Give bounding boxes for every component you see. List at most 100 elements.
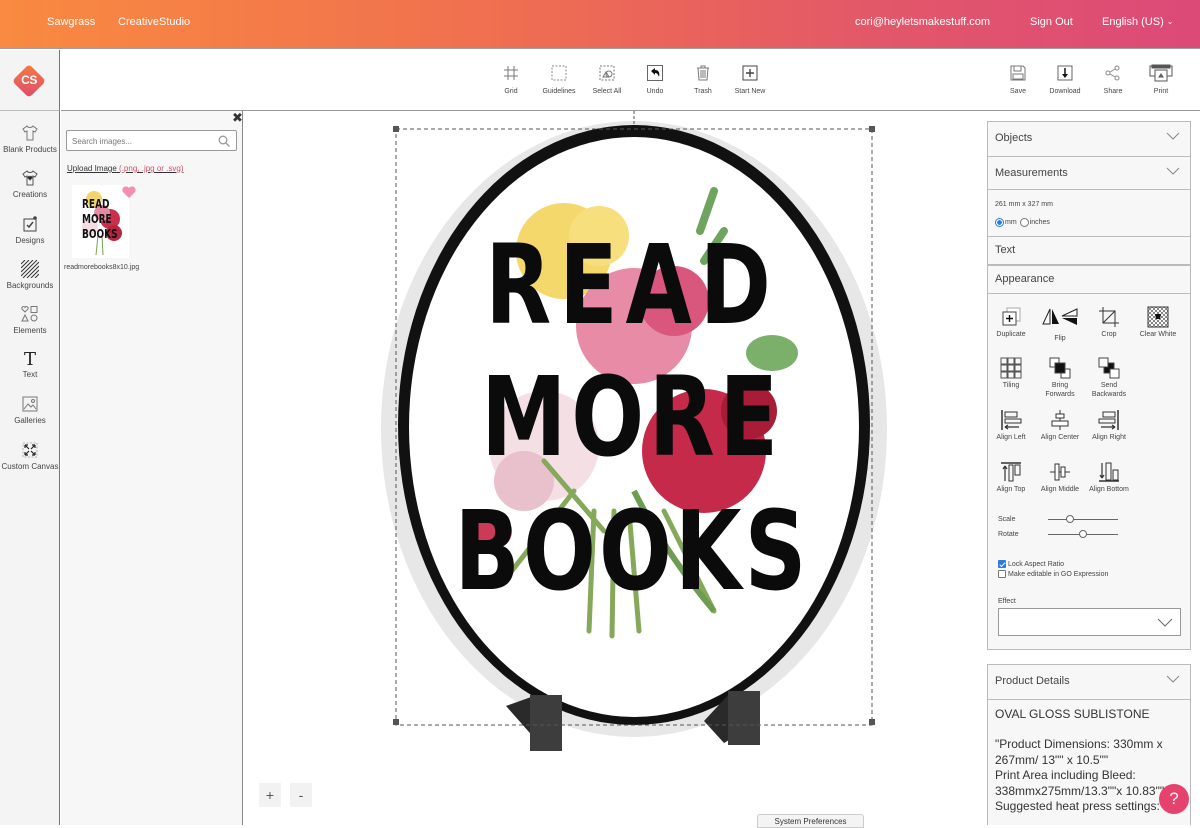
send-backwards-label-1: Send (1100, 382, 1118, 389)
print-button[interactable]: Print (1131, 64, 1191, 95)
sidebar-item-custom-canvas[interactable]: Custom Canvas (0, 441, 60, 471)
crop-label: Crop (1101, 331, 1117, 338)
download-label: Download (1049, 88, 1081, 95)
expand-icon (22, 442, 38, 458)
upload-image-link[interactable]: Upload Image (.png, .jpg or .svg) (67, 164, 184, 173)
unit-label-mm: mm (1005, 219, 1017, 226)
design-canvas[interactable]: READ MORE BOOKS (244, 111, 986, 825)
effect-select[interactable] (998, 608, 1181, 636)
align-left-button[interactable]: Align Left (986, 409, 1036, 442)
bring-forwards-button[interactable]: Bring Forwards (1035, 357, 1085, 399)
sign-out-link[interactable]: Sign Out (1030, 16, 1073, 28)
tiling-button[interactable]: Tiling (986, 357, 1036, 390)
save-label: Save (1010, 88, 1026, 95)
unit-radio-inches[interactable] (1019, 218, 1029, 227)
product-line: 267mm/ 13"" x 10.5"" (995, 752, 1109, 767)
sidebar-label: Galleries (14, 416, 46, 425)
favorite-heart-icon[interactable] (121, 185, 137, 199)
objects-section[interactable]: Objects (987, 121, 1191, 157)
thumb-word: BOOKS (82, 227, 118, 241)
start-new-button[interactable]: Start New (720, 64, 780, 95)
tiling-label: Tiling (1002, 382, 1020, 389)
measurements-header[interactable]: Measurements (988, 157, 1190, 190)
align-bottom-button[interactable]: Align Bottom (1084, 461, 1134, 494)
floppy-icon (1010, 65, 1026, 81)
design-word: READ (485, 222, 778, 350)
language-select[interactable]: English (US) ⌄ (1102, 16, 1173, 28)
flip-label: Flip (1054, 335, 1066, 342)
scale-slider-knob[interactable] (1066, 515, 1075, 523)
sidebar-item-elements[interactable]: Elements (0, 305, 60, 335)
product-details-header[interactable]: Product Details (988, 665, 1190, 700)
scale-label: Scale (998, 516, 1016, 523)
upload-extensions: (.png, .jpg or .svg) (119, 164, 184, 173)
cs-logo[interactable]: CS (12, 64, 46, 98)
language-label: English (US) (1102, 16, 1164, 28)
sidebar-label: Blank Products (3, 145, 57, 154)
image-filename: readmorebooks8x10.jpg (64, 264, 140, 271)
align-top-button[interactable]: Align Top (986, 461, 1036, 494)
text-header[interactable]: Text (988, 237, 1190, 266)
unit-radio-mm[interactable] (995, 218, 1004, 227)
search-images-field[interactable] (66, 130, 237, 151)
search-icon[interactable] (218, 135, 230, 147)
chevron-down-icon (1157, 618, 1173, 627)
crop-button[interactable]: Crop (1084, 306, 1134, 339)
sidebar-item-text[interactable]: T Text (0, 349, 60, 379)
objects-title: Objects (995, 132, 1033, 144)
sidebar-item-designs[interactable]: Designs (0, 215, 60, 245)
clear-white-button[interactable]: Clear White (1133, 306, 1183, 339)
flip-button[interactable]: Flip (1035, 306, 1085, 343)
user-email[interactable]: cori@heyletsmakestuff.com (855, 16, 990, 28)
guidelines-icon (551, 65, 567, 81)
align-right-label: Align Right (1092, 434, 1126, 441)
left-sidebar: Blank Products Creations Designs Backgro… (0, 111, 60, 825)
align-middle-icon (1050, 463, 1070, 481)
chevron-down-icon: ⌄ (1166, 17, 1174, 26)
undo-icon (647, 65, 663, 81)
sidebar-item-creations[interactable]: Creations (0, 169, 60, 199)
lock-aspect-box[interactable] (998, 560, 1006, 568)
lock-aspect-checkbox[interactable]: Lock Aspect Ratio (998, 560, 1064, 568)
search-input[interactable] (67, 132, 212, 151)
rotate-slider-knob[interactable] (1079, 530, 1087, 538)
align-center-button[interactable]: Align Center (1035, 409, 1085, 442)
rotate-slider[interactable] (1048, 529, 1118, 539)
scale-slider[interactable] (1048, 514, 1118, 524)
align-middle-button[interactable]: Align Middle (1035, 461, 1085, 494)
unit-radio-group: mm inches (995, 218, 1050, 227)
resize-handle-br (869, 719, 875, 725)
system-preferences-tab[interactable]: System Preferences (757, 814, 864, 828)
send-backwards-button[interactable]: Send Backwards (1084, 357, 1134, 399)
app-name-link[interactable]: CreativeStudio (118, 16, 190, 28)
appearance-header[interactable]: Appearance (988, 266, 1190, 294)
clear-white-label: Clear White (1139, 331, 1177, 338)
zoom-in-button[interactable]: + (259, 783, 281, 807)
sidebar-label: Creations (12, 190, 48, 199)
align-right-button[interactable]: Align Right (1084, 409, 1134, 442)
close-panel-icon[interactable]: ✖ (232, 110, 243, 126)
objects-header[interactable]: Objects (988, 122, 1190, 154)
send-backwards-icon (1098, 357, 1120, 379)
brand-link[interactable]: Sawgrass (47, 16, 95, 28)
thumb-word: MORE (82, 212, 112, 226)
measurements-title: Measurements (995, 167, 1068, 179)
grid-icon (504, 66, 518, 80)
help-button[interactable]: ? (1159, 784, 1189, 814)
go-expression-checkbox[interactable]: Make editable in GO Expression (998, 570, 1108, 578)
duplicate-button[interactable]: Duplicate (986, 306, 1036, 339)
sidebar-item-backgrounds[interactable]: Backgrounds (0, 260, 60, 290)
duplicate-icon (1002, 307, 1021, 326)
align-middle-label: Align Middle (1040, 486, 1080, 493)
sidebar-item-blank-products[interactable]: Blank Products (0, 124, 60, 154)
go-expression-box[interactable] (998, 570, 1006, 578)
product-name: OVAL GLOSS SUBLISTONE (995, 707, 1150, 721)
sidebar-label: Designs (15, 236, 45, 245)
duplicate-label: Duplicate (996, 331, 1026, 338)
zoom-out-button[interactable]: - (290, 783, 312, 807)
text-section[interactable]: Text (987, 236, 1191, 265)
align-bottom-label: Align Bottom (1089, 486, 1129, 493)
sidebar-item-galleries[interactable]: Galleries (0, 395, 60, 425)
chevron-down-icon (1166, 675, 1180, 683)
plus-square-icon (742, 65, 758, 81)
